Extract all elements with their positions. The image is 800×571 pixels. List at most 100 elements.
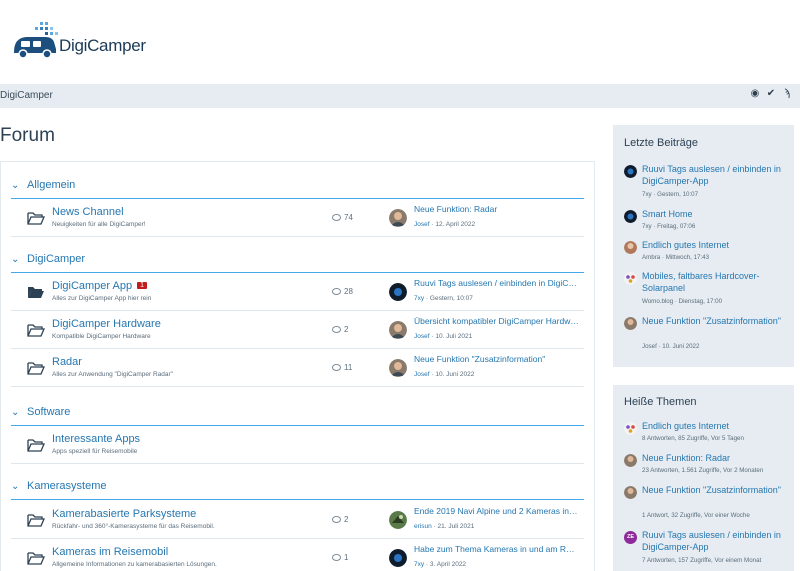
- node-title[interactable]: Kameras im Reisemobil: [52, 546, 168, 558]
- avatar[interactable]: [624, 241, 637, 254]
- sidebar-post-title[interactable]: Smart Home: [642, 208, 790, 220]
- sidebar-thread-title[interactable]: Neue Funktion "Zusatzinformation": [642, 484, 790, 496]
- category-kamerasysteme[interactable]: ⌄ Kamerasysteme: [11, 476, 584, 500]
- sidebar-thread-title[interactable]: Neue Funktion: Radar: [642, 452, 790, 464]
- comment-icon: [332, 326, 341, 333]
- forum-node[interactable]: Radar Alles zur Anwendung "DigiCamper Ra…: [11, 349, 584, 387]
- last-post-meta: Josef · 10. Juli 2021: [414, 333, 473, 340]
- sidebar-post-meta: Josef · 10. Juni 2022: [642, 343, 700, 350]
- avatar[interactable]: [389, 511, 407, 529]
- last-post-title[interactable]: Habe zum Thema Kameras in und am Reisemo…: [414, 544, 579, 554]
- comment-icon: [332, 214, 341, 221]
- comment-icon: [332, 288, 341, 295]
- avatar[interactable]: [624, 317, 637, 330]
- node-description: Alles zur DigiCamper App hier rein: [52, 295, 152, 302]
- sidebar-post-meta: 7xy · Gestern, 10:07: [642, 191, 699, 198]
- node-description: Apps speziell für Reisemobile: [52, 448, 138, 455]
- last-post-title[interactable]: Ruuvi Tags auslesen / einbinden in DigiC…: [414, 278, 579, 288]
- chevron-down-icon[interactable]: ⌄: [11, 407, 21, 418]
- eye-slash-icon[interactable]: ◉: [750, 88, 760, 99]
- forum-list: ⌄ Allgemein News Channel Neuigkeiten für…: [0, 161, 595, 571]
- node-description: Alles zur Anwendung "DigiCamper Radar": [52, 371, 173, 378]
- folder-open-icon: [27, 552, 45, 565]
- site-logo[interactable]: DigiCamper: [12, 22, 146, 62]
- forum-node[interactable]: DigiCamper Hardware Kompatible DigiCampe…: [11, 311, 584, 349]
- chevron-down-icon[interactable]: ⌄: [11, 254, 21, 265]
- avatar[interactable]: [624, 272, 637, 285]
- avatar[interactable]: [624, 486, 637, 499]
- forum-node[interactable]: Kameras im Reisemobil Allgemeine Informa…: [11, 539, 584, 571]
- last-post-meta: Josef · 10. Juni 2022: [414, 371, 475, 378]
- avatar[interactable]: [624, 165, 637, 178]
- post-count: 2: [332, 515, 348, 524]
- avatar[interactable]: [389, 283, 407, 301]
- sidebar-title: Letzte Beiträge: [624, 137, 698, 149]
- rss-icon[interactable]: ϡ: [782, 88, 792, 99]
- breadcrumb-bar: DigiCamper ◉ ✔ ϡ: [0, 84, 800, 108]
- sidebar-hot-topics: Heiße Themen Endlich gutes Internet 8 An…: [613, 385, 794, 571]
- last-post-meta: Josef · 12. April 2022: [414, 221, 476, 228]
- sidebar-post-title[interactable]: Neue Funktion "Zusatzinformation": [642, 315, 790, 327]
- avatar[interactable]: [624, 210, 637, 223]
- sidebar-post-meta: Ambra · Mittwoch, 17:43: [642, 254, 710, 261]
- folder-open-icon: [27, 439, 45, 452]
- avatar-initials[interactable]: ZE: [624, 531, 637, 544]
- node-title[interactable]: Interessante Apps: [52, 433, 140, 445]
- category-title[interactable]: Software: [27, 406, 70, 418]
- checkmark-icon[interactable]: ✔: [766, 88, 776, 99]
- sidebar-thread-title[interactable]: Endlich gutes Internet: [642, 420, 790, 432]
- avatar[interactable]: [389, 321, 407, 339]
- site-header: DigiCamper: [0, 0, 800, 84]
- sidebar-thread-meta: 23 Antworten, 1.561 Zugriffe, Vor 2 Mona…: [642, 467, 764, 474]
- breadcrumb[interactable]: DigiCamper: [0, 90, 53, 101]
- sidebar-post-title[interactable]: Ruuvi Tags auslesen / einbinden in DigiC…: [642, 163, 790, 187]
- sidebar-thread-title[interactable]: Ruuvi Tags auslesen / einbinden in DigiC…: [642, 529, 790, 553]
- last-post-title[interactable]: Übersicht kompatibler DigiCamper Hardwar…: [414, 316, 579, 326]
- post-count: 28: [332, 287, 353, 296]
- node-title[interactable]: DigiCamper Hardware: [52, 318, 161, 330]
- post-count: 74: [332, 213, 353, 222]
- comment-icon: [332, 554, 341, 561]
- last-post-title[interactable]: Neue Funktion: Radar: [414, 204, 579, 214]
- node-description: Allgemeine Informationen zu kamerabasier…: [52, 561, 217, 568]
- avatar[interactable]: [624, 422, 637, 435]
- folder-open-icon: [27, 324, 45, 337]
- node-title[interactable]: DigiCamper App 1: [52, 280, 147, 292]
- node-title[interactable]: Radar: [52, 356, 82, 368]
- category-allgemein[interactable]: ⌄ Allgemein: [11, 175, 584, 199]
- category-title[interactable]: DigiCamper: [27, 253, 85, 265]
- logo-text: DigiCamper: [59, 36, 146, 55]
- avatar[interactable]: [624, 454, 637, 467]
- avatar[interactable]: [389, 209, 407, 227]
- last-post-title[interactable]: Neue Funktion "Zusatzinformation": [414, 354, 579, 364]
- last-post-title[interactable]: Ende 2019 Navi Alpine und 2 Kameras inst…: [414, 506, 579, 516]
- category-software[interactable]: ⌄ Software: [11, 402, 584, 426]
- folder-open-icon: [27, 514, 45, 527]
- chevron-down-icon[interactable]: ⌄: [11, 180, 21, 191]
- forum-node[interactable]: DigiCamper App 1 Alles zur DigiCamper App…: [11, 273, 584, 311]
- comment-icon: [332, 364, 341, 371]
- camper-logo-icon: [14, 22, 58, 59]
- node-title[interactable]: News Channel: [52, 206, 124, 218]
- category-title[interactable]: Kamerasysteme: [27, 480, 106, 492]
- avatar[interactable]: [389, 359, 407, 377]
- forum-node[interactable]: Interessante Apps Apps speziell für Reis…: [11, 426, 584, 464]
- category-title[interactable]: Allgemein: [27, 179, 75, 191]
- forum-node[interactable]: News Channel Neuigkeiten für alle DigiCa…: [11, 199, 584, 237]
- page-title: Forum: [0, 125, 55, 146]
- node-title[interactable]: Kamerabasierte Parksysteme: [52, 508, 196, 520]
- sidebar-post-title[interactable]: Mobiles, faltbares Hardcover-Solarpanel: [642, 270, 790, 294]
- last-post-meta: 7xy · 3. April 2022: [414, 561, 467, 568]
- sidebar-post-meta: 7xy · Freitag, 07:06: [642, 223, 696, 230]
- forum-node[interactable]: Kamerabasierte Parksysteme Rückfahr- und…: [11, 501, 584, 539]
- sidebar-post-title[interactable]: Endlich gutes Internet: [642, 239, 790, 251]
- comment-icon: [332, 516, 341, 523]
- sidebar-thread-meta: 1 Antwort, 32 Zugriffe, Vor einer Woche: [642, 512, 750, 519]
- sidebar-title: Heiße Themen: [624, 396, 697, 408]
- chevron-down-icon[interactable]: ⌄: [11, 481, 21, 492]
- last-post-meta: 7xy · Gestern, 10:07: [414, 295, 473, 302]
- post-count: 2: [332, 325, 348, 334]
- unread-badge: 1: [137, 282, 147, 289]
- avatar[interactable]: [389, 549, 407, 567]
- category-digicamper[interactable]: ⌄ DigiCamper: [11, 249, 584, 273]
